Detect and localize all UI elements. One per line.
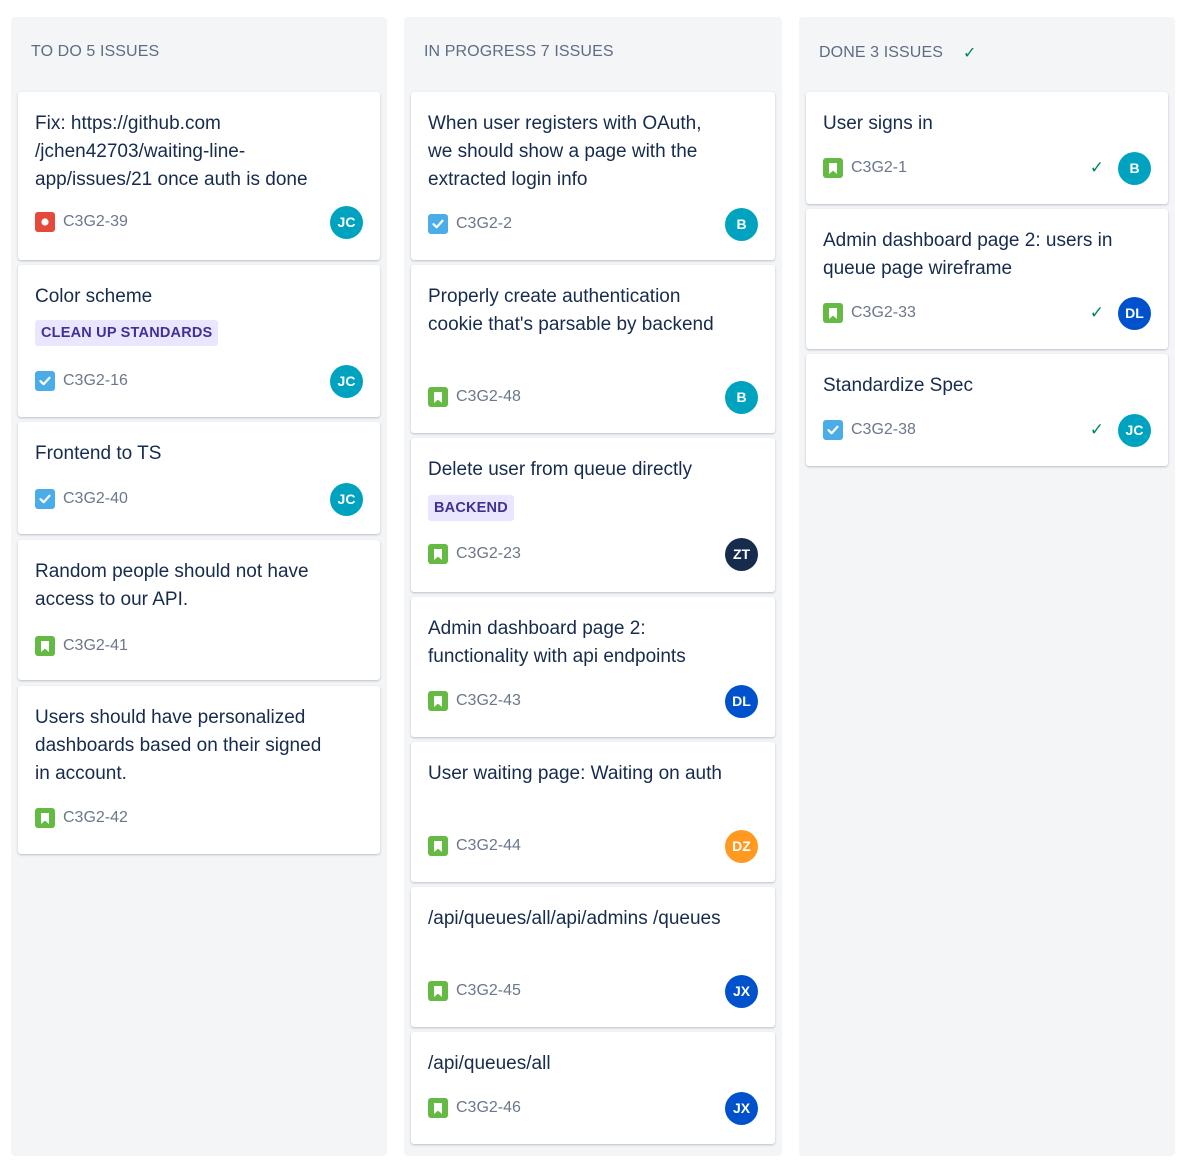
story-icon bbox=[35, 636, 55, 656]
story-icon bbox=[823, 303, 843, 323]
issue-key[interactable]: C3G2-2 bbox=[456, 215, 512, 233]
issue-card[interactable]: Admin dashboard page 2: functionality wi… bbox=[411, 597, 775, 737]
issue-summary: /api/queues/all bbox=[428, 1053, 551, 1074]
story-icon bbox=[428, 387, 448, 407]
story-icon bbox=[35, 808, 55, 828]
issue-key[interactable]: C3G2-38 bbox=[851, 421, 916, 439]
issue-key[interactable]: C3G2-41 bbox=[63, 637, 128, 655]
story-icon bbox=[428, 1098, 448, 1118]
bug-icon bbox=[35, 212, 55, 232]
task-icon bbox=[823, 420, 843, 440]
assignee-avatar[interactable]: DZ bbox=[725, 829, 758, 863]
issue-summary: Properly create authentication cookie th… bbox=[428, 286, 714, 335]
assignee-avatar[interactable]: JC bbox=[330, 205, 363, 239]
issue-key[interactable]: C3G2-40 bbox=[63, 490, 128, 508]
issue-key[interactable]: C3G2-46 bbox=[456, 1099, 521, 1117]
board: TO DO 5 ISSUES Fix: https://github.com /… bbox=[0, 0, 1184, 1172]
issue-key[interactable]: C3G2-43 bbox=[456, 692, 521, 710]
column-header-todo[interactable]: TO DO 5 ISSUES bbox=[31, 43, 159, 61]
issue-key[interactable]: C3G2-45 bbox=[456, 982, 521, 1000]
issue-summary: When user registers with OAuth, we shoul… bbox=[428, 113, 702, 190]
issue-summary: Fix: https://github.com /jchen42703/wait… bbox=[35, 113, 308, 190]
task-icon bbox=[35, 489, 55, 509]
issue-card[interactable]: Random people should not have access to … bbox=[18, 540, 380, 680]
issue-key[interactable]: C3G2-1 bbox=[851, 159, 907, 177]
issue-card[interactable]: Admin dashboard page 2: users in queue p… bbox=[806, 209, 1168, 349]
column-title: IN PROGRESS 7 ISSUES bbox=[424, 43, 614, 60]
issue-key[interactable]: C3G2-23 bbox=[456, 545, 521, 563]
issue-key[interactable]: C3G2-48 bbox=[456, 388, 521, 406]
issue-summary: Frontend to TS bbox=[35, 443, 162, 464]
issue-card[interactable]: Delete user from queue directly BACKEND … bbox=[411, 438, 775, 592]
resolved-check-icon: ✓ bbox=[1089, 420, 1104, 439]
issue-card[interactable]: Properly create authentication cookie th… bbox=[411, 265, 775, 433]
resolved-check-icon: ✓ bbox=[1089, 303, 1104, 322]
epic-label: CLEAN UP STANDARDS bbox=[35, 320, 219, 346]
issue-card[interactable]: When user registers with OAuth, we shoul… bbox=[411, 92, 775, 260]
issue-summary: Standardize Spec bbox=[823, 375, 973, 396]
issue-summary: Admin dashboard page 2: users in queue p… bbox=[823, 230, 1113, 279]
issue-summary: Admin dashboard page 2: functionality wi… bbox=[428, 618, 686, 667]
story-icon bbox=[428, 691, 448, 711]
task-icon bbox=[428, 214, 448, 234]
task-icon bbox=[35, 371, 55, 391]
issue-key[interactable]: C3G2-39 bbox=[63, 213, 128, 231]
column-title: DONE 3 ISSUES bbox=[819, 44, 944, 61]
assignee-avatar[interactable]: B bbox=[1118, 151, 1151, 185]
issue-card[interactable]: Fix: https://github.com /jchen42703/wait… bbox=[18, 92, 380, 260]
issue-card[interactable]: User waiting page: Waiting on auth C3G2-… bbox=[411, 742, 775, 882]
story-icon bbox=[428, 981, 448, 1001]
issue-card[interactable]: User signs in C3G2-1 ✓ B bbox=[806, 92, 1168, 204]
issue-summary: User signs in bbox=[823, 113, 933, 134]
issue-summary: Color scheme bbox=[35, 286, 153, 307]
issue-key[interactable]: C3G2-42 bbox=[63, 809, 128, 827]
assignee-avatar[interactable]: DL bbox=[1118, 296, 1151, 330]
issue-card[interactable]: Frontend to TS C3G2-40 JC bbox=[18, 422, 380, 534]
assignee-avatar[interactable]: JX bbox=[725, 974, 758, 1008]
column-in-progress: IN PROGRESS 7 ISSUES When user registers… bbox=[404, 17, 782, 1156]
column-done: DONE 3 ISSUES ✓ User signs in C3G2-1 ✓ B… bbox=[799, 17, 1175, 1156]
column-header-done[interactable]: DONE 3 ISSUES ✓ bbox=[819, 43, 977, 63]
issue-card[interactable]: /api/queues/all/api/admins /queues C3G2-… bbox=[411, 887, 775, 1027]
issue-key[interactable]: C3G2-16 bbox=[63, 372, 128, 390]
issue-card[interactable]: /api/queues/all C3G2-46 JX bbox=[411, 1032, 775, 1144]
assignee-avatar[interactable]: JX bbox=[725, 1091, 758, 1125]
assignee-avatar[interactable]: B bbox=[725, 380, 758, 414]
issue-card[interactable]: Users should have personalized dashboard… bbox=[18, 686, 380, 854]
resolved-check-icon: ✓ bbox=[1089, 158, 1104, 177]
assignee-avatar[interactable]: JC bbox=[1118, 413, 1151, 447]
check-icon: ✓ bbox=[963, 45, 977, 62]
story-icon bbox=[428, 544, 448, 564]
story-icon bbox=[428, 836, 448, 856]
issue-key[interactable]: C3G2-44 bbox=[456, 837, 521, 855]
issue-summary: User waiting page: Waiting on auth bbox=[428, 763, 722, 784]
issue-summary: Users should have personalized dashboard… bbox=[35, 707, 322, 784]
column-todo: TO DO 5 ISSUES Fix: https://github.com /… bbox=[11, 17, 387, 1156]
story-icon bbox=[823, 158, 843, 178]
assignee-avatar[interactable]: JC bbox=[330, 482, 363, 516]
issue-summary: Delete user from queue directly bbox=[428, 459, 693, 480]
column-header-in-progress[interactable]: IN PROGRESS 7 ISSUES bbox=[424, 43, 614, 61]
issue-card[interactable]: Color scheme CLEAN UP STANDARDS C3G2-16 … bbox=[18, 265, 380, 417]
issue-card[interactable]: Standardize Spec C3G2-38 ✓ JC bbox=[806, 354, 1168, 466]
assignee-avatar[interactable]: ZT bbox=[725, 537, 758, 571]
column-title: TO DO 5 ISSUES bbox=[31, 43, 160, 60]
epic-label: BACKEND bbox=[428, 495, 514, 521]
assignee-avatar[interactable]: DL bbox=[725, 684, 758, 718]
issue-summary: Random people should not have access to … bbox=[35, 561, 309, 610]
assignee-avatar[interactable]: JC bbox=[330, 364, 363, 398]
issue-summary: /api/queues/all/api/admins /queues bbox=[428, 908, 721, 929]
issue-key[interactable]: C3G2-33 bbox=[851, 304, 916, 322]
assignee-avatar[interactable]: B bbox=[725, 207, 758, 241]
